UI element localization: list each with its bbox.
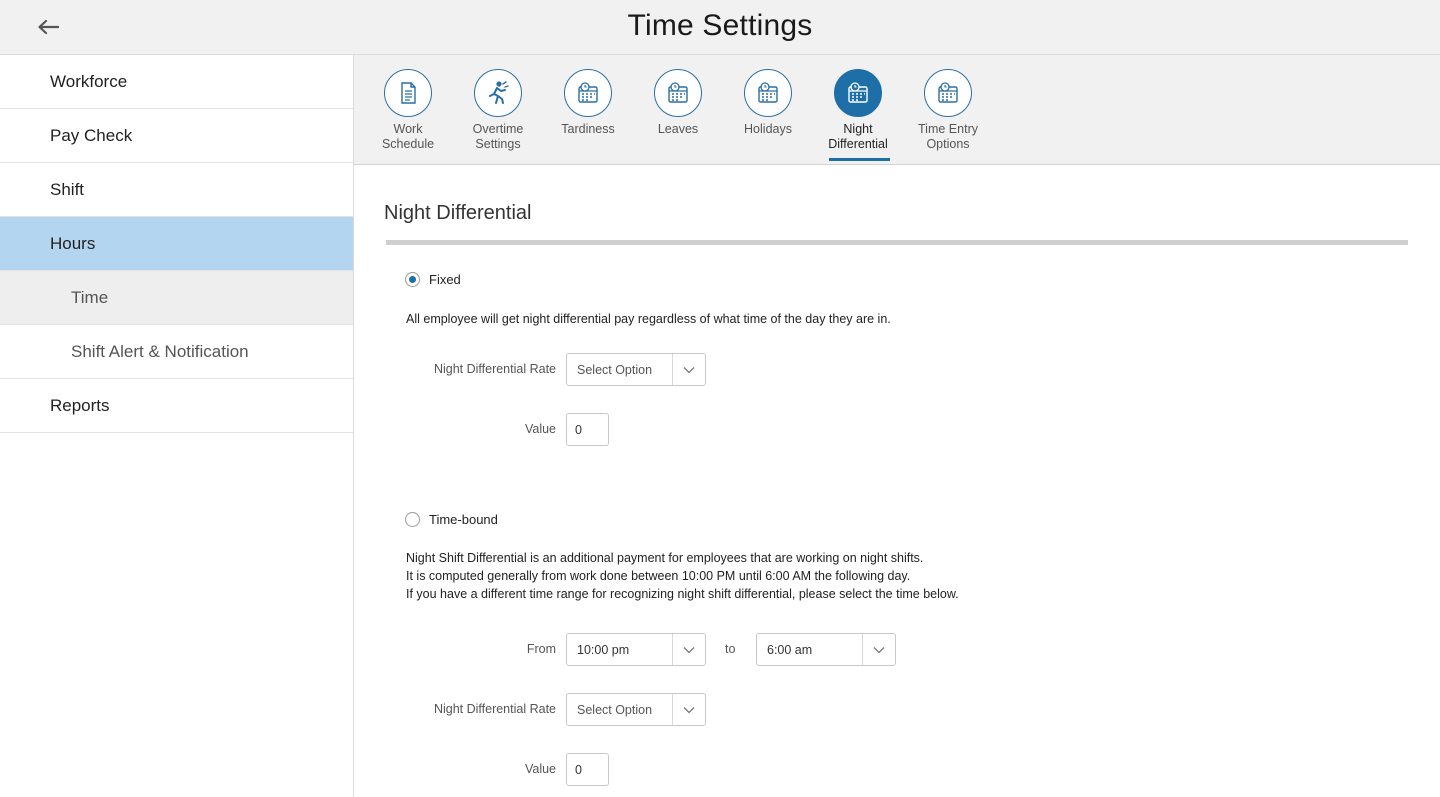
tab-label-line1: Night bbox=[843, 122, 873, 136]
timebound-description-line: If you have a different time range for r… bbox=[406, 587, 959, 601]
top-bar: Time Settings bbox=[0, 0, 1440, 55]
chevron-down-icon bbox=[862, 634, 895, 665]
fixed-value-label: Value bbox=[524, 422, 556, 436]
sidebar-item-label: Time bbox=[71, 287, 109, 307]
calendar-clock-icon bbox=[758, 82, 778, 103]
sidebar-item-pay-check[interactable]: Pay Check bbox=[0, 109, 353, 163]
sidebar-item-shift[interactable]: Shift bbox=[0, 163, 353, 217]
fixed-description: All employee will get night differential… bbox=[406, 312, 891, 326]
fixed-radio-label: Fixed bbox=[429, 272, 461, 287]
to-time-select[interactable]: 6:00 am bbox=[756, 633, 896, 666]
sidebar: Workforce Pay Check Shift Hours Time Shi… bbox=[0, 55, 354, 797]
running-person-icon bbox=[489, 81, 509, 104]
section-title: Night Differential bbox=[384, 202, 532, 224]
tab-icon-circle bbox=[924, 69, 972, 117]
fixed-rate-label: Night Differential Rate bbox=[433, 362, 556, 376]
chevron-down-icon bbox=[672, 354, 705, 385]
timebound-radio-option[interactable]: Time-bound bbox=[405, 512, 498, 527]
tab-label-line1: Tardiness bbox=[561, 122, 615, 136]
tab-icon-circle bbox=[474, 69, 522, 117]
timebound-rate-label: Night Differential Rate bbox=[433, 702, 556, 716]
sidebar-subitem-time[interactable]: Time bbox=[0, 271, 353, 325]
sidebar-item-label: Workforce bbox=[50, 71, 128, 91]
tab-work-schedule[interactable]: Work Schedule bbox=[363, 69, 453, 152]
radio-selected-dot bbox=[409, 276, 416, 283]
tab-icon-circle bbox=[654, 69, 702, 117]
main-content: Night Differential Fixed All employee wi… bbox=[354, 165, 1440, 797]
page-title: Time Settings bbox=[627, 9, 813, 42]
fixed-rate-value: Select Option bbox=[577, 362, 653, 377]
tab-label-line1: Holidays bbox=[744, 122, 792, 136]
fixed-value-input[interactable] bbox=[566, 413, 609, 446]
fixed-radio-option[interactable]: Fixed bbox=[405, 272, 461, 287]
timebound-description-line: Night Shift Differential is an additiona… bbox=[406, 551, 924, 565]
sidebar-item-label: Reports bbox=[50, 395, 110, 415]
to-label: to bbox=[725, 642, 736, 656]
tab-label-line1: Work bbox=[393, 122, 423, 136]
sidebar-item-label: Pay Check bbox=[50, 125, 133, 145]
from-time-value: 10:00 pm bbox=[577, 642, 630, 657]
sidebar-item-reports[interactable]: Reports bbox=[0, 379, 353, 433]
from-time-select[interactable]: 10:00 pm bbox=[566, 633, 706, 666]
sidebar-item-label: Shift Alert & Notification bbox=[71, 341, 249, 361]
tab-label-line1: Time Entry bbox=[918, 122, 978, 136]
fixed-radio[interactable] bbox=[405, 272, 420, 287]
tab-label-line1: Leaves bbox=[657, 122, 699, 136]
tab-label-line2: Schedule bbox=[381, 137, 435, 151]
timebound-description: Night Shift Differential is an additiona… bbox=[406, 549, 959, 603]
tab-label-line2: Differential bbox=[828, 137, 888, 151]
tab-leaves[interactable]: Leaves bbox=[633, 69, 723, 137]
document-icon bbox=[401, 82, 416, 104]
tab-holidays[interactable]: Holidays bbox=[723, 69, 813, 137]
timebound-rate-select[interactable]: Select Option bbox=[566, 693, 706, 726]
sidebar-item-hours[interactable]: Hours bbox=[0, 217, 353, 271]
calendar-clock-icon bbox=[848, 82, 868, 103]
timebound-description-line: It is computed generally from work done … bbox=[406, 569, 911, 583]
from-label: From bbox=[526, 642, 556, 656]
timebound-value-label: Value bbox=[524, 762, 556, 776]
tab-icon-circle bbox=[564, 69, 612, 117]
to-time-value: 6:00 am bbox=[767, 642, 813, 657]
tab-label-line2: Settings bbox=[475, 137, 521, 151]
timebound-value-input[interactable] bbox=[566, 753, 609, 786]
tab-overtime-settings[interactable]: Overtime Settings bbox=[453, 69, 543, 152]
timebound-radio[interactable] bbox=[405, 512, 420, 527]
tab-time-entry-options[interactable]: Time Entry Options bbox=[903, 69, 993, 152]
tab-icon-circle bbox=[384, 69, 432, 117]
calendar-clock-icon bbox=[938, 82, 958, 103]
active-tab-indicator bbox=[829, 158, 890, 161]
fixed-rate-select[interactable]: Select Option bbox=[566, 353, 706, 386]
section-divider bbox=[386, 240, 1408, 245]
settings-tabs: Work Schedule Overtime Settings Tardiness bbox=[354, 55, 1440, 165]
calendar-clock-icon bbox=[668, 82, 688, 103]
tab-icon-circle bbox=[744, 69, 792, 117]
sidebar-item-workforce[interactable]: Workforce bbox=[0, 55, 353, 109]
tab-tardiness[interactable]: Tardiness bbox=[543, 69, 633, 137]
tab-night-differential[interactable]: Night Differential bbox=[813, 69, 903, 152]
sidebar-item-label: Hours bbox=[50, 233, 96, 253]
sidebar-subitem-shift-alert[interactable]: Shift Alert & Notification bbox=[0, 325, 353, 379]
tab-icon-circle bbox=[834, 69, 882, 117]
chevron-down-icon bbox=[672, 694, 705, 725]
timebound-radio-label: Time-bound bbox=[429, 512, 498, 527]
tab-label-line2: Options bbox=[926, 137, 970, 151]
timebound-rate-value: Select Option bbox=[577, 702, 653, 717]
tab-label-line1: Overtime bbox=[472, 122, 524, 136]
chevron-down-icon bbox=[672, 634, 705, 665]
sidebar-item-label: Shift bbox=[50, 179, 85, 199]
calendar-clock-icon bbox=[578, 82, 598, 103]
